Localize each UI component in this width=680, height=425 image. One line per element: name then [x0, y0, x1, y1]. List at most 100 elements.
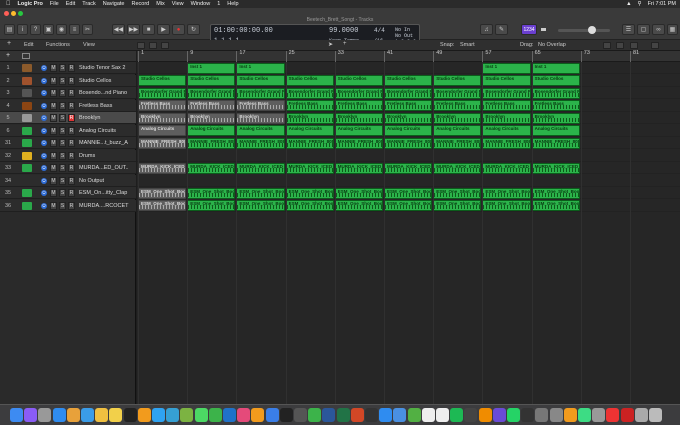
track-name[interactable]: Bosendo...nd Piano [79, 90, 127, 96]
mute-button[interactable]: M [50, 151, 57, 160]
region[interactable]: ESM_One_Shot_Boom_ [334, 200, 383, 211]
photoshop-icon[interactable] [152, 408, 165, 422]
region[interactable]: Fretless Bass [187, 100, 236, 111]
editors-button[interactable]: ✂ [82, 24, 93, 35]
region[interactable]: MURDA_KICK_ICED_OU [482, 162, 531, 174]
solo-button[interactable]: S [59, 101, 66, 110]
play-button[interactable]: ▶ [157, 24, 170, 35]
github-icon[interactable] [521, 408, 535, 422]
track-name[interactable]: MURDA....RCOCET [79, 203, 129, 209]
power-icon[interactable]: ⏻ [41, 202, 47, 209]
region[interactable]: Brooklyn [187, 112, 236, 124]
robinhood-icon[interactable] [535, 408, 549, 422]
region[interactable]: ESM_One_Shot_Boom_ [236, 200, 285, 211]
loops-button[interactable]: ∞ [652, 24, 665, 35]
solo-button[interactable]: S [59, 76, 66, 85]
record-button[interactable]: ● [172, 24, 185, 35]
region[interactable]: ESM_One_Shot_Boom_ [138, 187, 187, 199]
volume-slider-knob[interactable] [588, 26, 596, 34]
catch-icon[interactable] [149, 42, 157, 49]
browsers-button[interactable]: ▦ [667, 24, 678, 35]
flex-tool-icon[interactable] [137, 42, 145, 49]
region[interactable]: Inst 1 [187, 62, 236, 74]
region[interactable]: ESM_One_Shot_Boom_ [531, 187, 580, 199]
live-icon[interactable] [123, 408, 137, 422]
cleaner-icon[interactable] [492, 408, 506, 422]
powerpoint-icon[interactable] [350, 408, 364, 422]
region[interactable]: Analog Circuits [531, 125, 580, 136]
record-enable-button[interactable]: R [68, 126, 75, 135]
mute-button[interactable]: M [50, 64, 57, 72]
region[interactable]: Brooklyn [433, 112, 482, 124]
ruler-bar-17[interactable]: 17 [236, 50, 246, 62]
region[interactable]: MURDA_KICK_ICED_OU [236, 162, 285, 174]
ruler-bar-81[interactable]: 81 [630, 50, 639, 62]
track-row-36[interactable]: 36 ⏻ M S R MURDA....RCOCET [0, 199, 136, 212]
cpu-meter-badge[interactable]: 1234 [521, 24, 537, 35]
solo-button[interactable]: S [59, 201, 66, 210]
solo-button[interactable]: S [59, 151, 66, 160]
region[interactable]: Bosendorfer Grand Pi [433, 87, 482, 99]
record-enable-button[interactable]: R [68, 201, 75, 210]
ruler-bar-41[interactable]: 41 [384, 50, 393, 62]
menu-navigate[interactable]: Navigate [103, 1, 125, 7]
solo-button[interactable]: S [59, 89, 66, 97]
excel-icon[interactable] [336, 408, 350, 422]
region[interactable]: MURDA_KICK_ICED_OU [285, 162, 334, 174]
arrow-icon[interactable] [464, 408, 478, 422]
menu-mix[interactable]: Mix [156, 1, 165, 7]
record-enable-button[interactable]: R [68, 176, 75, 185]
ruler-bar-1[interactable]: 1 [138, 50, 144, 62]
word-icon[interactable] [322, 408, 336, 422]
quick-help-button[interactable]: ? [30, 24, 41, 35]
launchpad-icon[interactable] [38, 408, 52, 422]
record-enable-button[interactable]: R [68, 114, 75, 122]
track-name[interactable]: Analog Circuits [79, 128, 116, 134]
toolbar-button[interactable]: ▣ [43, 24, 54, 35]
screenshot-icon[interactable] [634, 408, 648, 422]
master-volume-slider[interactable] [558, 26, 610, 34]
region[interactable]: Studio Cellos [433, 75, 482, 86]
menu-help[interactable]: Help [227, 1, 238, 7]
track-row-1[interactable]: 1 ⏻ M S R Studio Tenor Sax 2 [0, 62, 136, 74]
ruler-bar-9[interactable]: 9 [187, 50, 193, 62]
region[interactable]: Analog Circuits [187, 125, 236, 136]
siri-icon[interactable] [24, 408, 38, 422]
safari-icon[interactable] [52, 408, 66, 422]
settings-icon[interactable] [549, 408, 563, 422]
appstore-icon[interactable] [379, 408, 393, 422]
power-icon[interactable]: ⏻ [41, 77, 47, 84]
solo-button[interactable]: S [59, 64, 66, 72]
terminal-icon[interactable] [365, 408, 378, 422]
zoom-window-button[interactable] [18, 11, 23, 16]
region[interactable]: Analog Circuits [384, 125, 433, 136]
ruler-bar-49[interactable]: 49 [433, 50, 442, 62]
region[interactable]: Analog Circuits [482, 125, 531, 136]
menu-file[interactable]: File [50, 1, 59, 7]
pref-icon[interactable] [592, 408, 606, 422]
track-name[interactable]: MURDA...ED_OUT.. [79, 165, 129, 171]
ruler-bar-33[interactable]: 33 [334, 50, 344, 62]
region[interactable]: Analog Circuits [285, 125, 334, 136]
region[interactable]: MANNIE_FRESH_808_ [433, 137, 482, 149]
region[interactable]: MURDA_KICK_ICED_OU [433, 162, 482, 174]
track-row-33[interactable]: 33 ⏻ M S R MURDA...ED_OUT.. [0, 162, 136, 174]
power-icon[interactable]: ⏻ [41, 152, 47, 159]
pointer-tool-icon[interactable]: ➤ [328, 41, 333, 48]
region[interactable]: Brooklyn [334, 112, 383, 124]
spotify-icon[interactable] [450, 408, 464, 422]
zoom-out-icon[interactable] [616, 42, 624, 49]
solo-button[interactable]: S [59, 126, 66, 135]
stop-button[interactable]: ■ [142, 24, 155, 35]
power-icon[interactable]: ⏻ [41, 190, 47, 196]
region[interactable]: Studio Cellos [187, 75, 236, 86]
vlc-icon[interactable] [478, 408, 492, 422]
region[interactable]: MANNIE_FRESH_808_ [334, 137, 383, 149]
record-enable-button[interactable]: R [68, 76, 75, 85]
region[interactable]: Studio Cellos [531, 75, 580, 86]
mute-button[interactable]: M [50, 139, 57, 147]
region[interactable]: ESM_One_Shot_Boom_ [482, 187, 531, 199]
clock[interactable]: Fri 7:01 PM [648, 1, 676, 7]
region[interactable]: ESM_One_Shot_Boom_ [384, 187, 433, 199]
region[interactable]: Studio Cellos [482, 75, 531, 86]
